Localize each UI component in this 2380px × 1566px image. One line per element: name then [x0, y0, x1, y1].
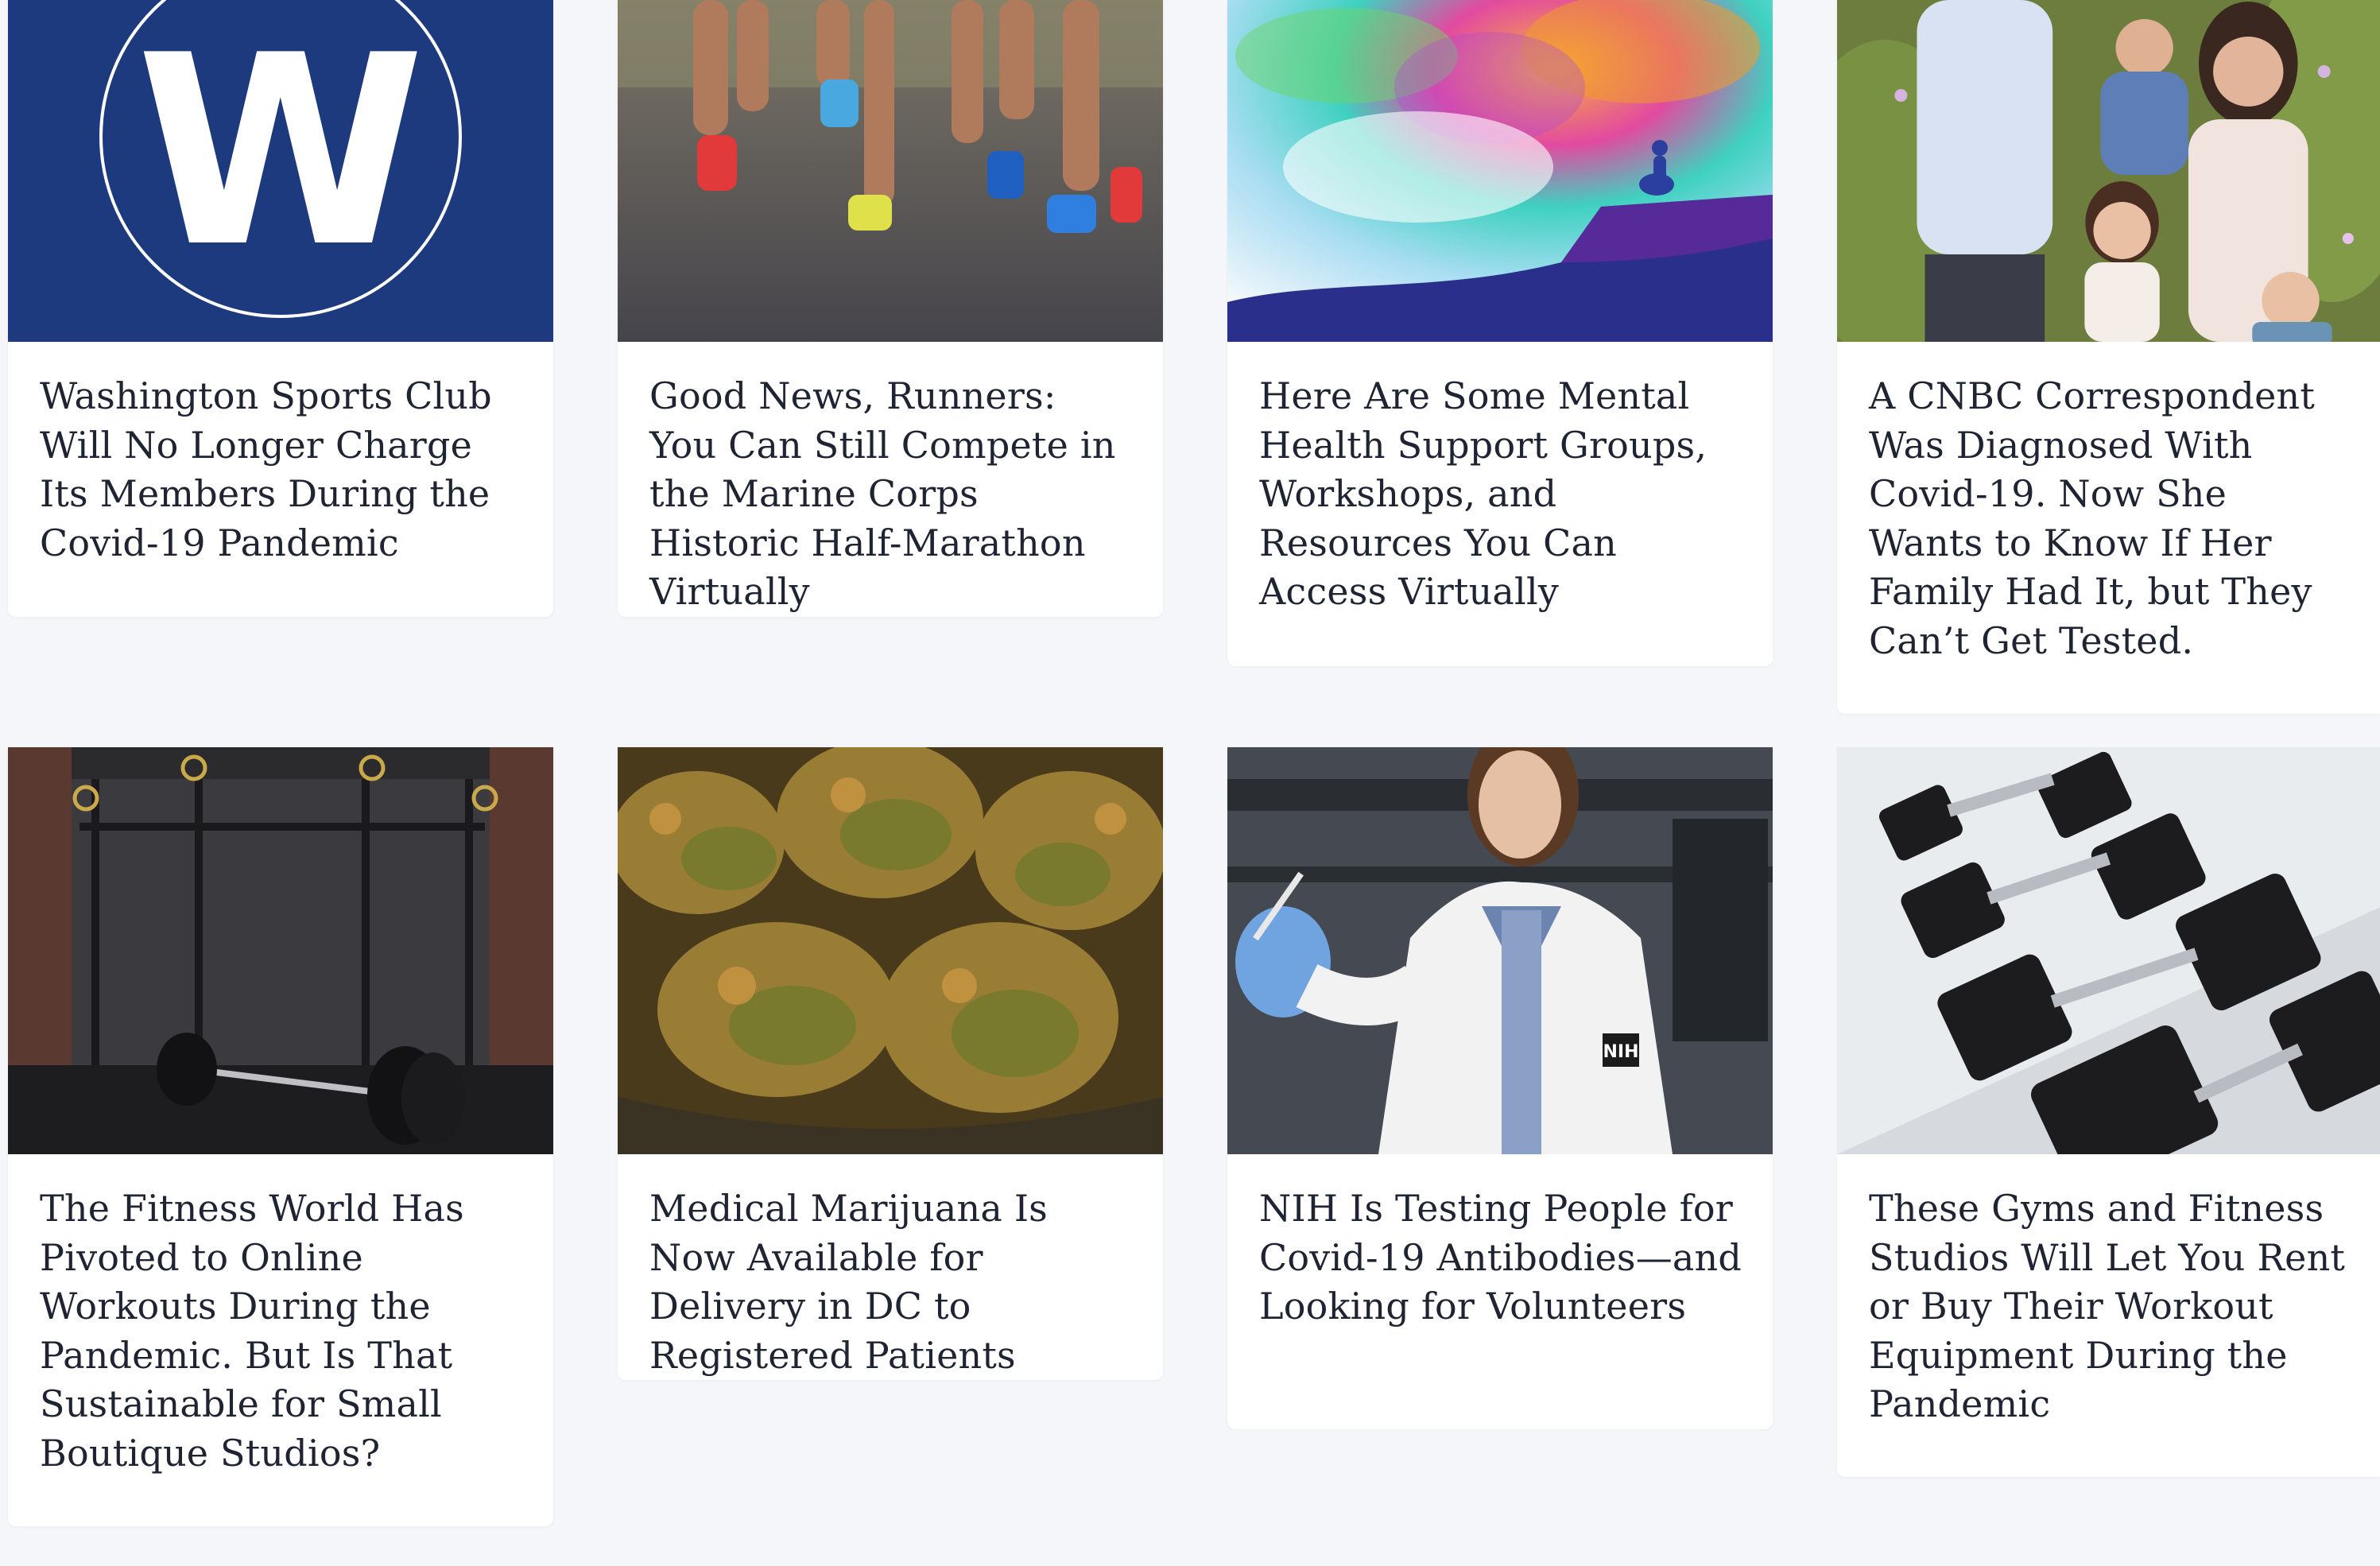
article-title[interactable]: The Fitness World Has Pivoted to Online …	[8, 1154, 553, 1478]
article-card[interactable]: A CNBC Correspondent Was Diagnosed With …	[1837, 0, 2380, 714]
article-title[interactable]: Good News, Runners: You Can Still Compet…	[618, 342, 1163, 617]
article-card[interactable]: NIH NIH Is Testing People for Covid-19 A…	[1227, 747, 1773, 1429]
article-card[interactable]: Good News, Runners: You Can Still Compet…	[618, 0, 1163, 617]
cannabis-photo	[618, 747, 1163, 1154]
article-thumbnail[interactable]	[618, 747, 1163, 1154]
article-thumbnail[interactable]: NIH	[1227, 747, 1773, 1154]
logo-letter: W	[136, 0, 425, 304]
coat-badge: NIH	[1603, 1042, 1638, 1062]
family-photo	[1837, 0, 2380, 342]
watercolor-illustration	[1227, 0, 1773, 342]
nih-scientist-photo: NIH	[1227, 747, 1773, 1154]
article-title[interactable]: Washington Sports Club Will No Longer Ch…	[8, 342, 553, 568]
washingtonian-logo-image: W	[8, 0, 553, 342]
article-card[interactable]: The Fitness World Has Pivoted to Online …	[8, 747, 553, 1526]
article-card[interactable]: Medical Marijuana Is Now Available for D…	[618, 747, 1163, 1380]
gym-barbell-photo	[8, 747, 553, 1154]
article-thumbnail[interactable]	[8, 747, 553, 1154]
article-title[interactable]: Here Are Some Mental Health Support Grou…	[1227, 342, 1773, 617]
article-title[interactable]: NIH Is Testing People for Covid-19 Antib…	[1227, 1154, 1773, 1331]
article-thumbnail[interactable]: W	[8, 0, 553, 342]
article-thumbnail[interactable]	[1837, 747, 2380, 1154]
article-card[interactable]: Here Are Some Mental Health Support Grou…	[1227, 0, 1773, 666]
dumbbells-photo	[1837, 747, 2380, 1154]
article-title[interactable]: A CNBC Correspondent Was Diagnosed With …	[1837, 342, 2380, 665]
article-thumbnail[interactable]	[1227, 0, 1773, 342]
article-thumbnail[interactable]	[1837, 0, 2380, 342]
article-title[interactable]: These Gyms and Fitness Studios Will Let …	[1837, 1154, 2380, 1429]
article-card[interactable]: These Gyms and Fitness Studios Will Let …	[1837, 747, 2380, 1477]
runners-photo	[618, 0, 1163, 342]
article-card[interactable]: W Washington Sports Club Will No Longer …	[8, 0, 553, 617]
article-title[interactable]: Medical Marijuana Is Now Available for D…	[618, 1154, 1163, 1380]
article-thumbnail[interactable]	[618, 0, 1163, 342]
